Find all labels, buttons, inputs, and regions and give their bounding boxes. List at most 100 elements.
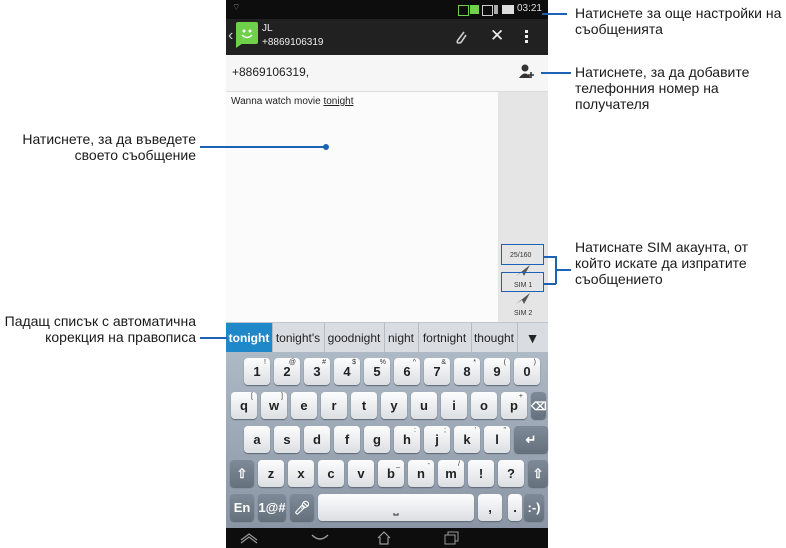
overflow-menu-icon[interactable] (525, 30, 529, 43)
key-5[interactable]: 5% (364, 358, 390, 385)
key-secondary-label: _ (396, 461, 400, 468)
voice-input-key[interactable]: 🎤︎ (290, 494, 314, 521)
suggestion-item[interactable]: goodnight (324, 323, 385, 353)
callout-autocorrect: Падащ списък с автоматична корекция на п… (4, 313, 196, 345)
key-secondary-label: % (379, 359, 386, 366)
callout-type-message-dot (323, 144, 329, 150)
key-0[interactable]: 0) (514, 358, 540, 385)
sim2-label[interactable]: SIM 2 (514, 310, 532, 317)
key-9[interactable]: 9( (484, 358, 510, 385)
enter-key[interactable]: ↵ (514, 426, 548, 453)
status-time: 03:21 (516, 3, 542, 14)
key-f[interactable]: f (334, 426, 360, 453)
key-4[interactable]: 4 $ (334, 358, 360, 385)
key-label: , (488, 500, 492, 515)
key-x[interactable]: x (288, 460, 314, 487)
key-a[interactable]: a (244, 426, 270, 453)
key-label: n (417, 466, 425, 481)
key-label: 4 (343, 364, 351, 379)
language-key[interactable]: En (230, 494, 254, 521)
home-icon[interactable] (376, 530, 392, 546)
message-underlined-word: tonight (323, 96, 354, 107)
suggestion-item[interactable]: night (384, 323, 419, 353)
key-s[interactable]: s (274, 426, 300, 453)
recipient-field[interactable]: +8869106319, (232, 65, 309, 79)
key-p[interactable]: p + (501, 392, 527, 419)
key-h[interactable]: h: (394, 426, 420, 453)
key-m[interactable]: m / (438, 460, 464, 487)
key-label: :-) (527, 500, 541, 515)
key-g[interactable]: g (364, 426, 390, 453)
hide-keyboard-icon[interactable] (240, 532, 258, 544)
key-o[interactable]: o (471, 392, 497, 419)
space-key[interactable]: ⎵ (318, 494, 474, 521)
key-k[interactable]: k ' (454, 426, 480, 453)
key-e[interactable]: e (291, 392, 317, 419)
key-secondary-label: [ (251, 393, 253, 400)
key-d[interactable]: d (304, 426, 330, 453)
suggestion-item[interactable]: thought (471, 323, 518, 353)
key-b[interactable]: b _ (378, 460, 404, 487)
period-key[interactable]: . (508, 494, 522, 521)
key-v[interactable]: v (348, 460, 374, 487)
key-l[interactable]: l " (484, 426, 510, 453)
key-label: q (240, 398, 248, 413)
key-label: p (510, 398, 518, 413)
key-n[interactable]: n- (408, 460, 434, 487)
key-2[interactable]: 2 @ (274, 358, 300, 385)
key-secondary-label: : (414, 427, 416, 434)
key-q[interactable]: q[ (231, 392, 257, 419)
suggestion-item[interactable]: fortnight (418, 323, 472, 353)
comma-key[interactable]: , (478, 494, 502, 521)
recent-apps-icon[interactable] (444, 531, 460, 545)
key-label: ? (507, 466, 515, 481)
key-exclamation[interactable]: ! (468, 460, 494, 487)
key-1[interactable]: 1! (244, 358, 270, 385)
back-icon[interactable] (310, 533, 330, 543)
key-question[interactable]: ? (498, 460, 524, 487)
message-area[interactable]: Wanna watch movie tonight (226, 92, 498, 322)
key-u[interactable]: u (411, 392, 437, 419)
key-7[interactable]: 7 & (424, 358, 450, 385)
key-secondary-label: $ (352, 359, 356, 366)
key-i[interactable]: i (441, 392, 467, 419)
key-y[interactable]: y (381, 392, 407, 419)
attach-icon[interactable] (454, 29, 468, 45)
key-w[interactable]: w] (261, 392, 287, 419)
key-j[interactable]: j; (424, 426, 450, 453)
key-6[interactable]: 6 ^ (394, 358, 420, 385)
key-label: b (387, 466, 395, 481)
key-label: 0 (523, 364, 531, 379)
key-label: 1 (253, 364, 261, 379)
send-sim2-icon[interactable] (515, 292, 531, 305)
shift-key-right[interactable]: ⇧ (528, 460, 548, 487)
key-label: l (495, 432, 499, 447)
key-z[interactable]: z (258, 460, 284, 487)
backspace-key[interactable]: ⌫ (531, 392, 547, 419)
key-c[interactable]: c (318, 460, 344, 487)
contact-avatar[interactable] (236, 22, 258, 48)
suggestion-item[interactable]: tonight's (272, 323, 325, 353)
key-label: 1@# (258, 500, 286, 515)
key-r[interactable]: r (321, 392, 347, 419)
back-chevron-icon[interactable]: ‹ (228, 27, 233, 45)
callout-type-message: Натиснете, за да въведете своето съобщен… (22, 131, 196, 163)
key-8[interactable]: 8 * (454, 358, 480, 385)
emoticon-key[interactable]: :-) (524, 494, 544, 521)
discard-icon[interactable]: ✕ (490, 26, 504, 46)
shift-key[interactable]: ⇧ (230, 460, 254, 487)
key-label: x (297, 466, 305, 481)
message-text[interactable]: Wanna watch movie tonight (231, 96, 353, 107)
symbols-key[interactable]: 1@# (258, 494, 286, 521)
expand-suggestions-icon[interactable]: ▼ (517, 323, 548, 353)
smiley-icon (241, 29, 253, 39)
key-3[interactable]: 3 # (304, 358, 330, 385)
suggestion-item[interactable]: tonight (226, 323, 273, 353)
key-t[interactable]: t (351, 392, 377, 419)
key-label: h (403, 432, 411, 447)
shift-icon: ⇧ (532, 466, 544, 481)
key-label: g (373, 432, 381, 447)
add-contact-icon[interactable] (518, 63, 536, 81)
callout-sim-box-sim1 (501, 272, 544, 292)
key-label: u (420, 398, 428, 413)
